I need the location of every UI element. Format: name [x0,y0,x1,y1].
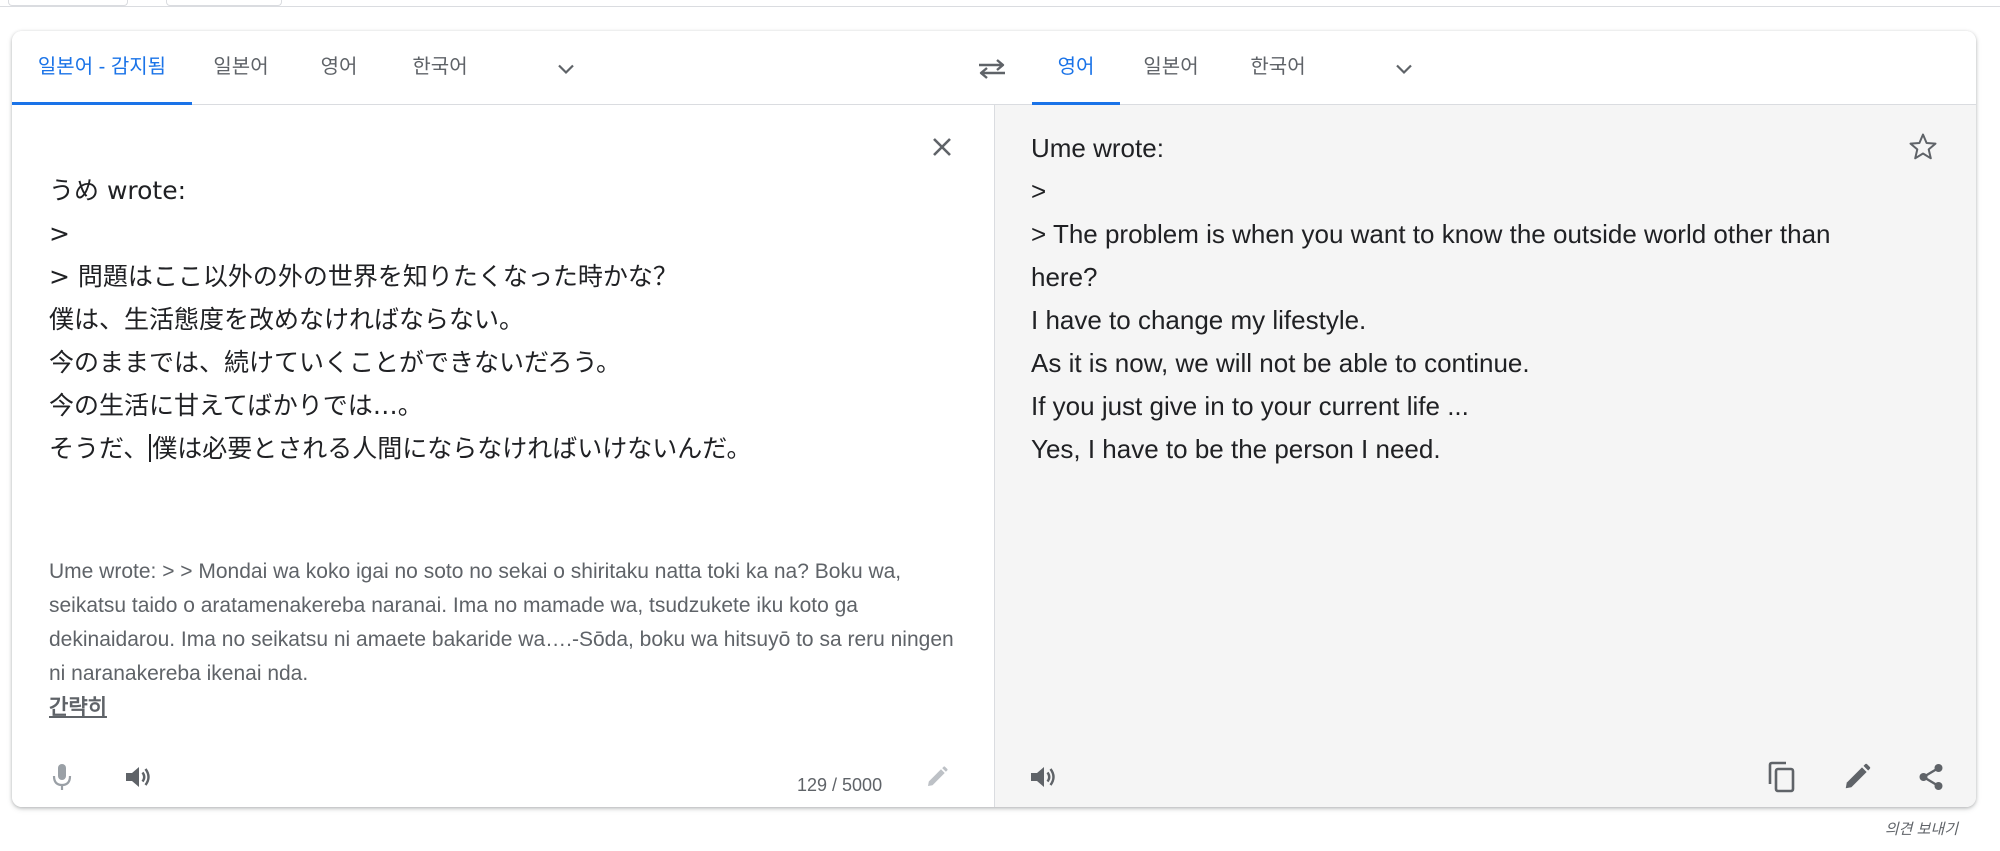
romanization-text: Ume wrote: > > Mondai wa koko igai no so… [49,560,954,685]
source-line: 今のままでは、続けていくことができないだろう。 [49,348,622,377]
source-tab-english[interactable]: 영어 [316,31,362,104]
source-text-input[interactable]: うめ wrote: > > 問題はここ以外の外の世界を知りたくなった時かな？ 僕… [49,169,929,470]
listen-source-button[interactable] [116,755,160,799]
simplify-link[interactable]: 간략히 [49,691,107,721]
pencil-icon [1845,763,1871,789]
send-feedback-link[interactable]: 의견 보내기 [1885,818,1958,839]
swap-languages-button[interactable] [972,49,1012,89]
top-tab-ghost [166,0,282,6]
save-translation-button[interactable] [1901,125,1945,169]
top-tab-ghost [8,0,128,6]
source-language-dropdown[interactable] [548,51,584,87]
target-tab-english[interactable]: 영어 [1032,31,1120,105]
chevron-down-icon [558,64,574,75]
star-icon [1909,133,1937,160]
microphone-button[interactable] [40,755,84,799]
source-tab-japanese[interactable]: 일본어 [208,31,274,104]
text-cursor [149,434,152,462]
translation-line: I have to change my lifestyle. [1031,305,1367,335]
translation-line: here? [1031,262,1098,292]
target-tab-korean[interactable]: 한국어 [1245,31,1311,104]
translation-line: Ume wrote: [1031,133,1164,163]
target-tab-japanese[interactable]: 일본어 [1138,31,1204,104]
target-language-dropdown[interactable] [1386,51,1422,87]
speaker-icon [126,767,150,787]
translator-card: 일본어 - 감지됨 일본어 영어 한국어 영어 일본어 한국어 うめ wrote… [12,31,1976,807]
source-line: > [49,219,70,248]
translation-line: Yes, I have to be the person I need. [1031,434,1441,464]
source-tab-japanese-detected[interactable]: 일본어 - 감지됨 [12,31,192,105]
language-tab-bar: 일본어 - 감지됨 일본어 영어 한국어 영어 일본어 한국어 [12,31,1976,105]
source-line: 僕は、生活態度を改めなければならない。 [49,305,525,334]
browser-top-strip [0,0,2000,7]
microphone-icon [52,764,72,790]
source-line-before-cursor: そうだ、 [49,434,149,463]
swap-languages-icon [979,59,1005,79]
translation-output: Ume wrote: > > The problem is when you w… [1031,127,1931,471]
listen-translation-button[interactable] [1021,755,1065,799]
source-line-after-cursor: 僕は必要とされる人間にならなければいけないんだ。 [152,434,752,463]
share-icon [1919,764,1943,790]
share-translation-button[interactable] [1909,755,1953,799]
pencil-icon [928,766,948,786]
copy-icon [1768,761,1795,793]
close-icon [933,138,951,156]
handwriting-button[interactable] [919,759,955,795]
character-count: 129 / 5000 [797,775,883,795]
source-line-with-cursor: そうだ、 僕は必要とされる人間にならなければいけないんだ。 [49,427,929,470]
source-line: 今の生活に甘えてばかりでは…。 [49,391,423,420]
chevron-down-icon [1396,64,1412,75]
translation-line: > [1031,176,1047,206]
copy-translation-button[interactable] [1760,755,1804,799]
translation-line: > The problem is when you want to know t… [1031,219,1831,249]
source-pane: うめ wrote: > > 問題はここ以外の外の世界を知りたくなった時かな？ 僕… [12,105,995,807]
translation-line: As it is now, we will not be able to con… [1031,348,1530,378]
translation-pane: Ume wrote: > > The problem is when you w… [995,105,1976,807]
source-tab-korean[interactable]: 한국어 [407,31,473,104]
speaker-icon [1031,767,1055,787]
translation-line: If you just give in to your current life… [1031,391,1469,421]
edit-translation-button[interactable] [1835,755,1879,799]
clear-source-button[interactable] [922,127,962,167]
source-line: > 問題はここ以外の外の世界を知りたくなった時かな？ [49,262,678,291]
source-line: うめ wrote: [49,176,187,205]
